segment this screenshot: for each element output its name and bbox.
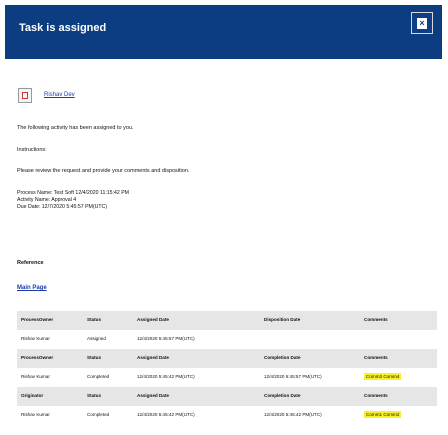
instructions-text: Please review the request and provide yo…: [17, 168, 190, 174]
table-cell-text: ProcessOwner: [21, 355, 54, 360]
table-cell: Comments: [364, 393, 388, 398]
table-cell: Completion Date: [264, 393, 301, 398]
table-cell-text: 12/4/2020 5:45:42 PM(UTC): [264, 412, 322, 417]
table-cell: Comm3 Comm4: [364, 373, 402, 380]
table-cell: 12/4/2020 5:45:42 PM(UTC): [137, 374, 195, 379]
table-cell: Disposition Date: [264, 317, 300, 322]
due-date: Due Date: 12/7/2020 5:45:57 PM(UTC): [17, 204, 107, 210]
table-cell: Comments: [364, 355, 388, 360]
table-cell-text: Assigned: [87, 336, 106, 341]
user-icon: [18, 88, 32, 103]
table-cell: Status: [87, 355, 101, 360]
table-header-row: ProcessOwner Status Assigned Date Completio…: [17, 349, 437, 368]
table-cell-text: 12/4/2020 5:45:42 PM(UTC): [137, 374, 195, 379]
intro-text: The following activity has been assigned…: [17, 125, 134, 131]
table-cell-text: 12/4/2020 5:45:42 PM(UTC): [137, 412, 195, 417]
reference-label: Reference: [17, 260, 44, 266]
table-cell-text: Completed: [87, 412, 110, 417]
table-cell: Rishav Kumar: [21, 374, 50, 379]
table-cell: Assigned: [87, 336, 106, 341]
table-cell-text: Completion Date: [264, 393, 301, 398]
table-cell-text: Completed: [87, 374, 110, 379]
table-cell-text: Assigned Date: [137, 355, 169, 360]
user-link[interactable]: Rishav Dev: [44, 92, 75, 98]
activity-name: Activity Name: Approval 4: [17, 197, 77, 203]
table-cell-text: Assigned Date: [137, 317, 169, 322]
table-cell: 12/4/2020 5:45:42 PM(UTC): [264, 412, 322, 417]
table-cell: Completed: [87, 412, 109, 417]
table-row: Rishav Kumar Assigned 12/4/2020 5:45:57 PM…: [17, 330, 437, 349]
close-icon: ×: [417, 17, 427, 29]
table-cell: 12/4/2020 5:45:57 PM(UTC): [137, 336, 195, 341]
table-cell-text: Comments: [364, 355, 388, 360]
table-cell: Completion Date: [264, 355, 301, 360]
table-cell-text: Comm3 Comm4: [364, 373, 402, 380]
table-cell: 12/4/2020 5:45:42 PM(UTC): [137, 412, 195, 417]
table-cell-text: Comm1 Comm2: [364, 411, 402, 418]
table-cell: ProcessOwner: [21, 317, 53, 322]
table-cell: Assigned Date: [137, 317, 169, 322]
table-cell-text: Assigned Date: [137, 393, 169, 398]
table-cell-text: ProcessOwner: [21, 317, 54, 322]
table-cell-text: Disposition Date: [264, 317, 301, 322]
main-page-link[interactable]: Main Page: [17, 285, 47, 291]
table-cell: Assigned Date: [137, 355, 169, 360]
table-cell-text: Rishav Kumar: [21, 412, 50, 417]
dialog-title: Task is assigned: [19, 22, 107, 34]
table-cell-text: 12/4/2020 5:45:57 PM(UTC): [264, 374, 322, 379]
table-cell: Comm1 Comm2: [364, 411, 402, 418]
table-cell-text: Comments: [364, 393, 388, 398]
table-cell-text: 12/4/2020 5:45:57 PM(UTC): [137, 336, 195, 341]
table-cell: ProcessOwner: [21, 355, 53, 360]
process-name: Process Name: Test Soft 12/4/2020 11:15:…: [17, 190, 129, 196]
table-cell: Status: [87, 317, 101, 322]
table-cell: Rishav Kumar: [21, 412, 50, 417]
table-cell: Completed: [87, 374, 109, 379]
table-cell-text: Originator: [21, 393, 44, 398]
table-header-row: Originator Status Assigned Date Completion …: [17, 387, 437, 406]
table-cell: 12/4/2020 5:45:57 PM(UTC): [264, 374, 322, 379]
table-cell: Comments: [364, 317, 388, 322]
close-button[interactable]: ×: [411, 12, 433, 34]
table-cell-text: Status: [87, 317, 102, 322]
email-body: Rishav Dev The following activity has be…: [0, 60, 448, 435]
table-row: Rishav Kumar Completed 12/4/2020 5:45:42 P…: [17, 406, 437, 425]
task-details: Process Name: Test Soft 12/4/2020 11:15:…: [17, 190, 129, 211]
table-cell-text: Comments: [364, 317, 388, 322]
table-row: Rishav Kumar Completed 12/4/2020 5:45:42 P…: [17, 368, 437, 387]
instructions-label: Instructions:: [17, 147, 47, 153]
table-cell-text: Status: [87, 393, 102, 398]
table-cell: Rishav Kumar: [21, 336, 50, 341]
history-table: ProcessOwner Status Assigned Date Dispositi…: [17, 311, 437, 425]
table-cell: Assigned Date: [137, 393, 169, 398]
table-header-row: ProcessOwner Status Assigned Date Dispositi…: [17, 311, 437, 330]
table-cell-text: Status: [87, 355, 102, 360]
table-cell-text: Rishav Kumar: [21, 374, 50, 379]
table-cell: Status: [87, 393, 101, 398]
dialog-header: Task is assigned ×: [5, 5, 442, 59]
table-cell-text: Rishav Kumar: [21, 336, 50, 341]
table-cell: Originator: [21, 393, 43, 398]
table-cell-text: Completion Date: [264, 355, 301, 360]
